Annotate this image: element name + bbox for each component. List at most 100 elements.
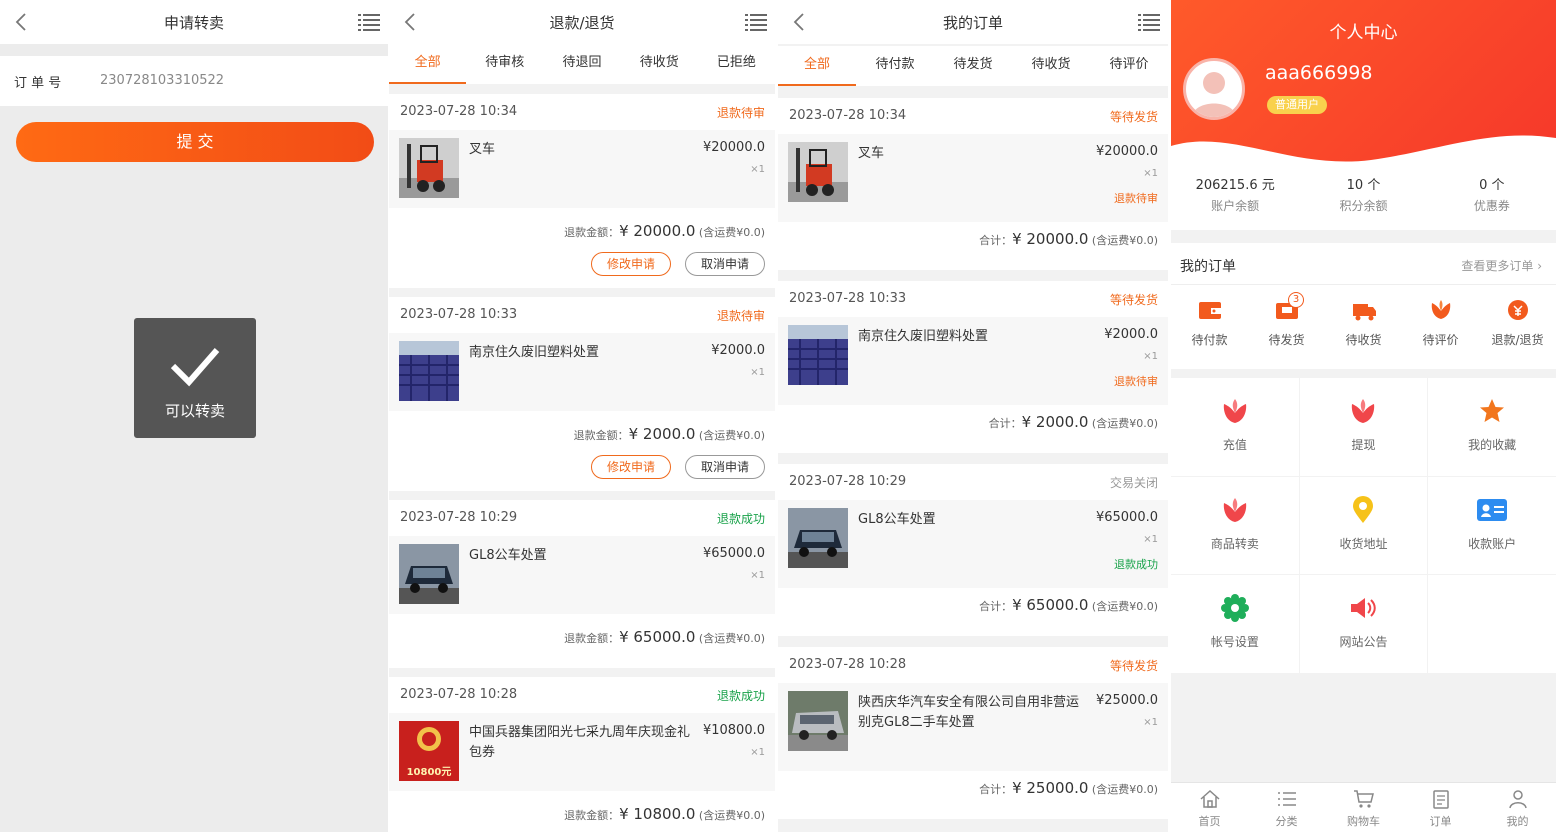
goods-price: ¥10800.0 bbox=[702, 723, 765, 738]
modify-request-button[interactable]: 修改申请 bbox=[591, 455, 671, 479]
grid-address[interactable]: 收货地址 bbox=[1299, 476, 1428, 575]
modify-request-button[interactable]: 修改申请 bbox=[591, 252, 671, 276]
order-card: 2023-07-28 10:34 等待发货 叉车 ¥20000.0 ×1 退款待… bbox=[778, 98, 1168, 270]
grid-recharge[interactable]: 充值 bbox=[1171, 378, 1299, 476]
tab-pending-shipment[interactable]: 待发货 bbox=[934, 46, 1012, 86]
order-number-value: 230728103310522 bbox=[100, 73, 225, 88]
order-card: 2023-07-28 10:33 等待发货 南京住久废旧塑料处置 ¥2000.0… bbox=[778, 281, 1168, 453]
stat-balance[interactable]: 206215.6 元账户余额 bbox=[1171, 160, 1299, 232]
order-number-row: 订 单 号 230728103310522 bbox=[0, 56, 388, 106]
cancel-request-button[interactable]: 取消申请 bbox=[685, 455, 765, 479]
tabbar-mine[interactable]: 我的 bbox=[1479, 783, 1556, 832]
menu-list-icon[interactable] bbox=[1138, 13, 1160, 31]
bottom-tab-bar: 首页 分类 购物车 订单 我的 bbox=[1171, 782, 1556, 832]
goods-price: ¥2000.0 bbox=[711, 343, 765, 358]
tabbar-cart[interactable]: 购物车 bbox=[1325, 783, 1402, 832]
clipboard-icon bbox=[1432, 790, 1449, 809]
goods-row[interactable]: 叉车 ¥20000.0 ×1 退款待审 bbox=[778, 134, 1168, 222]
order-date: 2023-07-28 10:33 bbox=[789, 291, 907, 306]
user-level-badge: 普通用户 bbox=[1267, 96, 1327, 114]
refund-panel: 退款/退货 全部 待审核 待退回 待收货 已拒绝 2023-07-28 10:3… bbox=[389, 0, 775, 832]
submit-button[interactable]: 提 交 bbox=[16, 122, 374, 162]
flower-icon bbox=[1431, 300, 1450, 319]
grid-payee-account[interactable]: 收款账户 bbox=[1428, 476, 1556, 575]
goods-qty: ×1 bbox=[750, 164, 765, 175]
goods-qty: ×1 bbox=[750, 747, 765, 758]
back-icon[interactable] bbox=[399, 10, 423, 34]
order-status: 等待发货 bbox=[1109, 293, 1158, 307]
view-more-orders-link[interactable]: 查看更多订单 › bbox=[1461, 257, 1542, 274]
id-card-icon bbox=[1477, 498, 1508, 521]
tab-pending-receipt[interactable]: 待收货 bbox=[621, 44, 698, 84]
page-title: 个人中心 bbox=[1329, 23, 1398, 43]
refund-card: 2023-07-28 10:29 退款成功 GL8公车处置 ¥65000.0 ×… bbox=[389, 500, 775, 668]
order-date: 2023-07-28 10:33 bbox=[400, 307, 518, 322]
lotus-icon bbox=[1352, 399, 1375, 423]
goods-name: 叉车 bbox=[858, 146, 885, 161]
goods-price: ¥65000.0 bbox=[1095, 510, 1158, 525]
order-total: 合计：¥ 25000.0 (含运费¥0.0) bbox=[979, 779, 1158, 797]
tab-all[interactable]: 全部 bbox=[778, 46, 856, 86]
refund-status: 退款成功 bbox=[716, 512, 765, 526]
tabbar-home[interactable]: 首页 bbox=[1171, 783, 1248, 832]
grid-resale[interactable]: 商品转卖 bbox=[1171, 476, 1299, 575]
grid-empty-cell bbox=[1428, 575, 1556, 673]
tab-rejected[interactable]: 已拒绝 bbox=[698, 44, 775, 84]
goods-row[interactable]: GL8公车处置 ¥65000.0 ×1 退款成功 bbox=[778, 500, 1168, 588]
menu-list-icon[interactable] bbox=[358, 13, 380, 31]
order-shortcut-pending-review[interactable]: 待评价 bbox=[1402, 285, 1479, 348]
avatar[interactable] bbox=[1183, 58, 1245, 120]
tab-pending-payment[interactable]: 待付款 bbox=[856, 46, 934, 86]
refund-status: 退款待审 bbox=[716, 309, 765, 323]
my-orders-panel: 我的订单 全部 待付款 待发货 待收货 待评价 2023-07-28 10:34… bbox=[778, 0, 1168, 832]
goods-row[interactable]: 陕西庆华汽车安全有限公司自用非营运别克GL8二手车处置 ¥25000.0 ×1 bbox=[778, 683, 1168, 771]
grid-withdraw[interactable]: 提现 bbox=[1299, 378, 1428, 476]
voucher-thumb: 10800元 bbox=[399, 721, 459, 781]
refund-sub-status: 退款待审 bbox=[1114, 192, 1158, 205]
car-thumb bbox=[788, 508, 848, 568]
order-status: 等待发货 bbox=[1109, 659, 1158, 673]
tab-pending-review[interactable]: 待评价 bbox=[1090, 46, 1168, 86]
goods-row[interactable]: 南京住久废旧塑料处置 ¥2000.0 ×1 退款待审 bbox=[778, 317, 1168, 405]
cancel-request-button[interactable]: 取消申请 bbox=[685, 252, 765, 276]
goods-row[interactable]: 南京住久废旧塑料处置 ¥2000.0 ×1 bbox=[389, 333, 775, 411]
tab-pending-receipt[interactable]: 待收货 bbox=[1012, 46, 1090, 86]
grid-account-settings[interactable]: 帐号设置 bbox=[1171, 575, 1299, 673]
refund-amount: 退款金额：¥ 20000.0 (含运费¥0.0) bbox=[564, 222, 765, 240]
order-date: 2023-07-28 10:34 bbox=[400, 104, 518, 119]
order-shortcut-refund[interactable]: 退款/退货 bbox=[1479, 285, 1556, 348]
lotus-icon bbox=[1223, 399, 1247, 423]
order-tabs: 全部 待付款 待发货 待收货 待评价 bbox=[778, 46, 1168, 86]
order-shortcut-pending-payment[interactable]: 待付款 bbox=[1171, 285, 1248, 348]
order-shortcut-pending-shipment[interactable]: 3 待发货 bbox=[1248, 285, 1325, 348]
tab-pending-review[interactable]: 待审核 bbox=[466, 44, 543, 84]
order-date: 2023-07-28 10:28 bbox=[789, 657, 907, 672]
tab-all[interactable]: 全部 bbox=[389, 44, 467, 84]
grid-favorites[interactable]: 我的收藏 bbox=[1428, 378, 1556, 476]
order-shortcut-pending-receipt[interactable]: 待收货 bbox=[1325, 285, 1402, 348]
minivan-thumb bbox=[788, 691, 848, 751]
goods-qty: ×1 bbox=[1143, 717, 1158, 728]
refund-amount: 退款金额：¥ 2000.0 (含运费¥0.0) bbox=[573, 425, 765, 443]
home-icon bbox=[1200, 789, 1219, 808]
stat-coupons[interactable]: 0 个优惠券 bbox=[1428, 160, 1556, 232]
back-icon[interactable] bbox=[788, 10, 812, 34]
back-icon[interactable] bbox=[10, 10, 34, 34]
account-stats: 206215.6 元账户余额 10 个积分余额 0 个优惠券 bbox=[1171, 160, 1556, 232]
goods-name: GL8公车处置 bbox=[469, 548, 547, 563]
goods-row[interactable]: 叉车 ¥20000.0 ×1 bbox=[389, 130, 775, 208]
tabbar-category[interactable]: 分类 bbox=[1248, 783, 1325, 832]
grid-announcements[interactable]: 网站公告 bbox=[1299, 575, 1428, 673]
resale-panel: 申请转卖 订 单 号 230728103310522 提 交 可以转卖 bbox=[0, 0, 388, 832]
goods-qty: ×1 bbox=[1143, 534, 1158, 545]
menu-list-icon[interactable] bbox=[745, 13, 767, 31]
user-avatar-icon bbox=[1192, 72, 1236, 117]
goods-name: 南京住久废旧塑料处置 bbox=[858, 329, 989, 344]
refund-sub-status: 退款成功 bbox=[1114, 558, 1158, 571]
stat-points[interactable]: 10 个积分余额 bbox=[1299, 160, 1427, 232]
goods-row[interactable]: 10800元 中国兵器集团阳光七采九周年庆现金礼包券 ¥10800.0 ×1 bbox=[389, 713, 775, 791]
goods-row[interactable]: GL8公车处置 ¥65000.0 ×1 bbox=[389, 536, 775, 614]
tab-pending-return[interactable]: 待退回 bbox=[543, 44, 620, 84]
refund-amount: 退款金额：¥ 10800.0 (含运费¥0.0) bbox=[564, 805, 765, 823]
tabbar-orders[interactable]: 订单 bbox=[1402, 783, 1479, 832]
